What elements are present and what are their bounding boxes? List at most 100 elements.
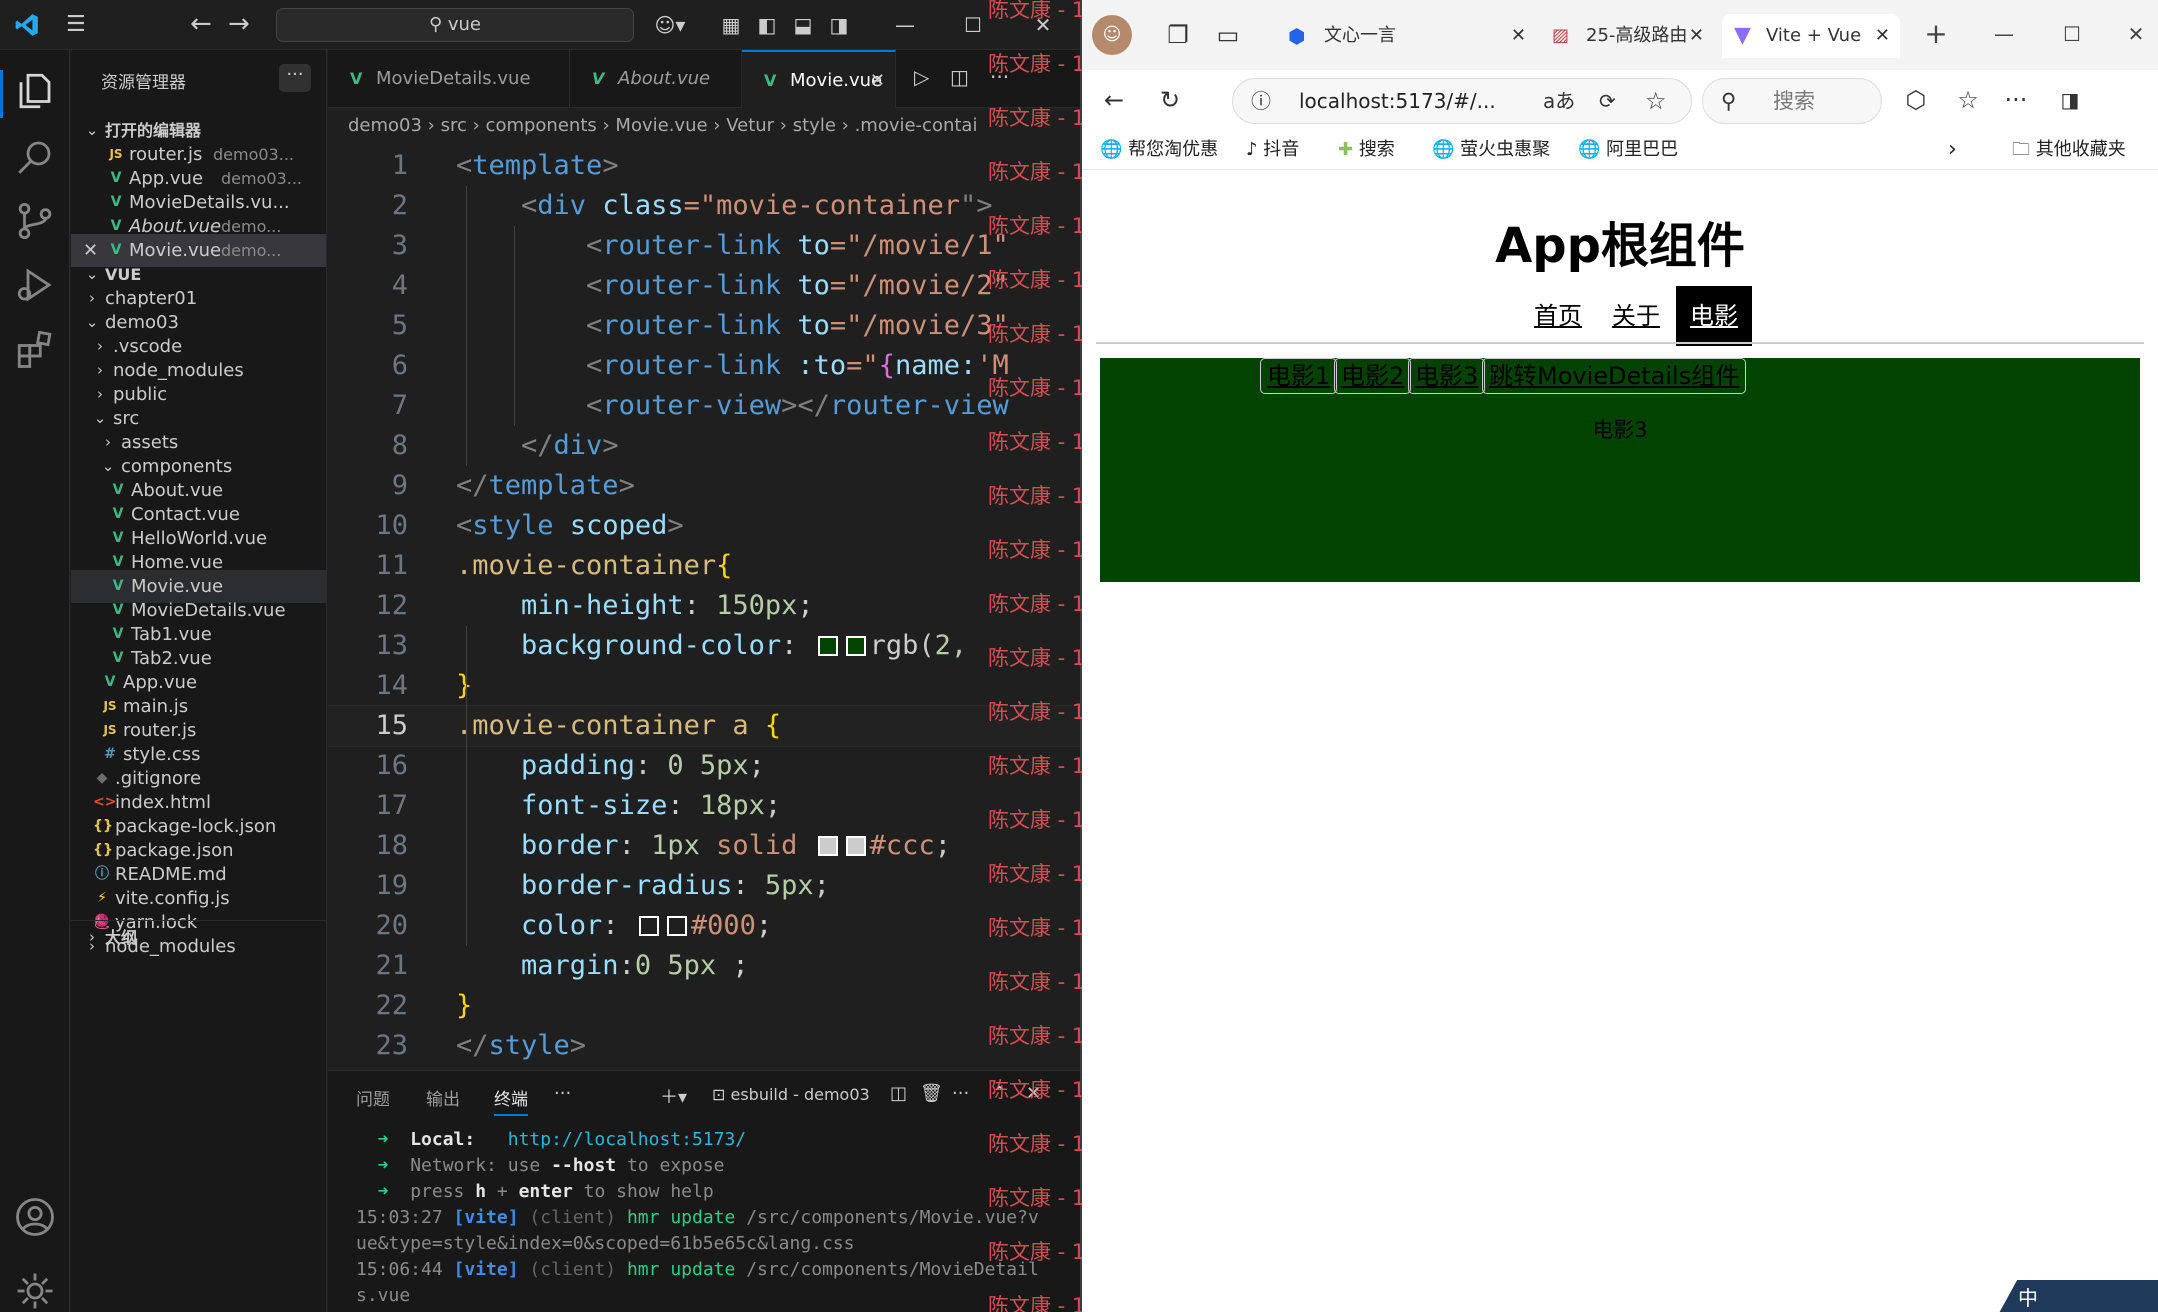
minimize-icon[interactable]: — xyxy=(892,12,918,38)
tab-output[interactable]: 输出 xyxy=(426,1085,460,1110)
color-swatch[interactable] xyxy=(845,636,866,656)
bookmark[interactable]: 🌐 帮您淘优惠 xyxy=(1100,130,1218,170)
close-tab-icon[interactable]: ✕ xyxy=(1511,14,1526,58)
tab-movie[interactable]: V Movie.vue ✕ xyxy=(742,50,896,108)
explorer-icon[interactable] xyxy=(14,70,56,112)
section-outline[interactable]: › 大纲 xyxy=(71,920,326,953)
toggle-sidebar-icon[interactable]: ◧ xyxy=(754,12,780,38)
chevron-right-icon[interactable]: › xyxy=(1948,130,1957,170)
read-aloud-icon[interactable]: aあ xyxy=(1543,79,1575,123)
refresh-icon[interactable]: ↻ xyxy=(1150,80,1190,120)
more-actions-icon[interactable]: ··· xyxy=(952,1083,969,1104)
sidebar-toggle-icon[interactable]: ◨ xyxy=(2050,80,2090,120)
nav-home[interactable]: 首页 xyxy=(1534,286,1582,346)
toggle-secondary-sidebar-icon[interactable]: ◨ xyxy=(826,12,852,38)
movie-details-link[interactable]: 跳转MovieDetails组件 xyxy=(1482,358,1747,394)
bookmark[interactable]: ♪ 抖音 xyxy=(1246,130,1299,170)
browser-tab-vite[interactable]: ▼ Vite + Vue ✕ xyxy=(1722,14,1900,58)
search-icon[interactable] xyxy=(14,136,56,178)
line-number: 2 xyxy=(391,190,408,221)
tab-problems[interactable]: 问题 xyxy=(356,1085,390,1110)
copilot-icon[interactable]: ☺▾ xyxy=(650,12,690,38)
bookmark[interactable]: 🌐 萤火虫惠聚 xyxy=(1432,130,1550,170)
split-terminal-icon[interactable]: ◫ xyxy=(890,1083,907,1104)
new-terminal-icon[interactable]: ＋▾ xyxy=(660,1083,687,1109)
breadcrumb-item[interactable]: Movie.vue xyxy=(615,115,707,136)
customize-layout-icon[interactable]: ▦ xyxy=(718,12,744,38)
movie-link-3[interactable]: 电影3 xyxy=(1408,358,1486,394)
close-tab-icon[interactable]: ✕ xyxy=(870,52,885,110)
more-actions-button[interactable]: ··· xyxy=(279,64,311,92)
new-tab-button[interactable]: + xyxy=(1918,16,1954,52)
bookmark[interactable]: ✚ 搜索 xyxy=(1338,130,1395,170)
run-debug-icon[interactable] xyxy=(14,264,56,306)
code-token: ="/movie/1" xyxy=(829,230,1009,261)
breadcrumb-item[interactable]: Vetur xyxy=(726,115,774,136)
profile-avatar[interactable]: ☺ xyxy=(1092,15,1132,55)
favorite-star-icon[interactable]: ☆ xyxy=(1645,79,1667,123)
movie-link-1[interactable]: 电影1 xyxy=(1260,358,1338,394)
breadcrumb-item[interactable]: components xyxy=(486,115,597,136)
other-bookmarks[interactable]: 🗀 其他收藏夹 xyxy=(2012,130,2126,170)
search-field[interactable]: ⚲ 搜索 xyxy=(1702,78,1882,124)
hamburger-menu-icon[interactable]: ☰ xyxy=(66,13,94,37)
maximize-icon[interactable]: ☐ xyxy=(960,12,986,38)
more-icon[interactable]: ··· xyxy=(554,1083,571,1104)
nav-about[interactable]: 关于 xyxy=(1612,286,1660,346)
minimize-icon[interactable]: — xyxy=(1986,16,2022,52)
trash-icon[interactable]: 🗑 xyxy=(920,1083,943,1104)
terminal-selector[interactable]: ⊡ esbuild - demo03 xyxy=(712,1085,870,1104)
more-menu-icon[interactable]: ··· xyxy=(1996,80,2036,120)
account-icon[interactable] xyxy=(14,1196,56,1238)
line-number: 8 xyxy=(391,430,408,461)
split-editor-icon[interactable]: ◫ xyxy=(950,64,969,90)
tab-terminal[interactable]: 终端 xyxy=(494,1085,528,1116)
movie-link-2[interactable]: 电影2 xyxy=(1334,358,1412,394)
color-swatch[interactable] xyxy=(817,636,838,656)
extensions-icon[interactable]: ⬡ xyxy=(1896,80,1936,120)
close-tab-icon[interactable]: ✕ xyxy=(1875,14,1890,58)
extensions-icon[interactable] xyxy=(14,328,56,370)
workspaces-icon[interactable]: ❐ xyxy=(1158,15,1198,55)
breadcrumb-item[interactable]: demo03 xyxy=(348,115,422,136)
source-control-icon[interactable] xyxy=(14,200,56,242)
tab-about[interactable]: V About.vue xyxy=(570,50,742,108)
color-swatch[interactable] xyxy=(845,836,866,856)
close-tab-icon[interactable]: ✕ xyxy=(1689,14,1704,58)
translate-icon[interactable]: ⟳ xyxy=(1599,79,1616,123)
line-number: 10 xyxy=(375,510,408,541)
forward-arrow-icon[interactable]: → xyxy=(228,10,250,38)
code-token: < xyxy=(456,510,473,541)
code-token: border-radius xyxy=(521,870,733,901)
code-token: : xyxy=(667,790,700,821)
bookmark[interactable]: 🌐 阿里巴巴 xyxy=(1578,130,1678,170)
tab-moviedetails[interactable]: V MovieDetails.vue xyxy=(328,50,570,108)
url-field[interactable]: ⓘ localhost:5173/#/... aあ ⟳ ☆ xyxy=(1232,78,1692,124)
page-title: App根组件 xyxy=(1495,218,1745,274)
back-arrow-icon[interactable]: ← xyxy=(1094,80,1134,120)
code-text: background-color: rgb(2, xyxy=(456,626,967,666)
line-number: 1 xyxy=(391,150,408,181)
code-editor[interactable]: 1 <template> 2 <div class="movie-container… xyxy=(328,146,1080,1090)
folder-icon: 🗀 xyxy=(2012,139,2036,160)
run-icon[interactable]: ▷ xyxy=(914,64,929,90)
toggle-panel-icon[interactable]: ⬓ xyxy=(790,12,816,38)
nav-movie[interactable]: 电影 xyxy=(1676,286,1752,346)
color-swatch[interactable] xyxy=(638,916,659,936)
line-number: 23 xyxy=(375,1030,408,1061)
browser-tab-router[interactable]: ▨ 25-高级路由 ✕ xyxy=(1544,14,1714,58)
back-arrow-icon[interactable]: ← xyxy=(190,10,212,38)
breadcrumb-item[interactable]: .movie-contai xyxy=(855,115,978,136)
maximize-icon[interactable]: ☐ xyxy=(2054,16,2090,52)
browser-tab-wenxin[interactable]: ⬢ 文心一言 ✕ xyxy=(1278,14,1536,58)
command-center-search[interactable]: ⚲ vue xyxy=(276,8,634,42)
close-window-icon[interactable]: ✕ xyxy=(2118,16,2154,52)
color-swatch[interactable] xyxy=(666,916,687,936)
color-swatch[interactable] xyxy=(817,836,838,856)
breadcrumb-item[interactable]: style xyxy=(793,115,836,136)
favorites-icon[interactable]: ☆ xyxy=(1948,80,1988,120)
settings-gear-icon[interactable] xyxy=(14,1270,56,1312)
tab-actions-icon[interactable]: ▭ xyxy=(1208,15,1248,55)
breadcrumb-item[interactable]: src xyxy=(441,115,467,136)
code-token: router-view xyxy=(602,390,782,421)
